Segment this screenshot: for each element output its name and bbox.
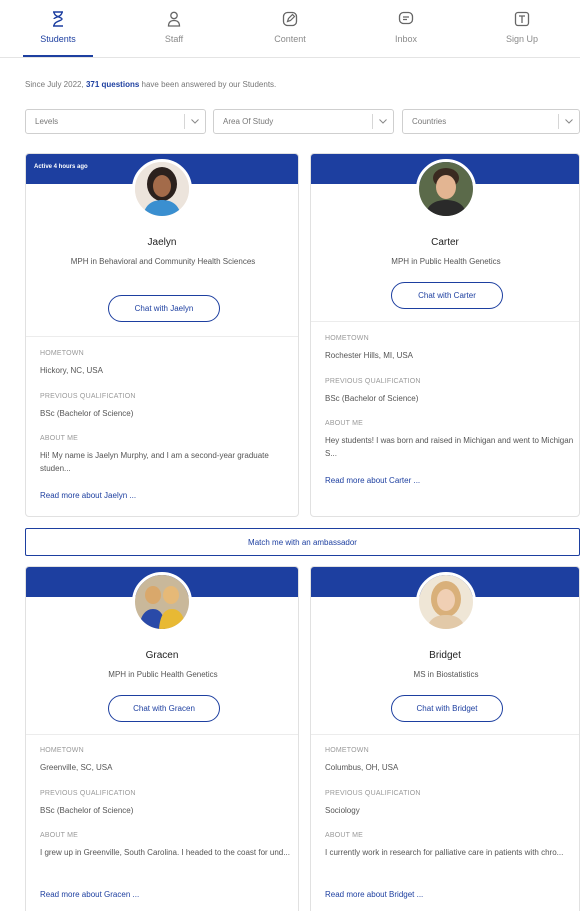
hometown-label: HOMETOWN — [325, 747, 369, 754]
chevron-down-icon — [559, 119, 579, 124]
chevron-down-icon — [185, 119, 205, 124]
edit-icon — [281, 10, 299, 28]
levels-filter[interactable]: Levels — [25, 109, 206, 134]
hometown-value: Greenville, SC, USA — [40, 763, 113, 772]
about-text: Hey students! I was born and raised in M… — [325, 436, 574, 458]
hometown-value: Columbus, OH, USA — [325, 763, 399, 772]
chat-button[interactable]: Chat with Jaelyn — [108, 295, 220, 322]
ambassador-card: Gracen MPH in Public Health Genetics Cha… — [25, 566, 299, 911]
qualification-label: PREVIOUS QUALIFICATION — [325, 790, 421, 797]
hometown-value: Hickory, NC, USA — [40, 366, 103, 375]
ambassador-name: Gracen — [145, 650, 179, 661]
ambassador-card: Carter MPH in Public Health Genetics Cha… — [310, 153, 580, 517]
qualification-value: BSc (Bachelor of Science) — [40, 806, 134, 815]
chat-icon — [397, 10, 415, 28]
filter-label: Area Of Study — [223, 117, 274, 126]
intro-suffix: have been answered by our Students. — [139, 80, 277, 89]
ambassador-program: MPH in Behavioral and Community Health S… — [70, 257, 256, 266]
avatar — [416, 159, 476, 219]
top-nav: Students Staff Content Inbox Sign Up — [0, 0, 580, 58]
person-icon — [165, 10, 183, 28]
tab-inbox[interactable]: Inbox — [348, 0, 464, 58]
ambassador-card: Active 4 hours ago Jaelyn MPH in Behavio… — [25, 153, 299, 517]
about-text: I grew up in Greenville, South Carolina.… — [40, 848, 290, 857]
ambassador-name: Carter — [431, 237, 459, 248]
avatar — [416, 572, 476, 632]
ambassador-program: MPH in Public Health Genetics — [108, 670, 218, 679]
filter-label: Countries — [412, 117, 447, 126]
hometown-label: HOMETOWN — [40, 747, 84, 754]
countries-filter[interactable]: Countries — [402, 109, 580, 134]
chevron-down-icon — [373, 119, 393, 124]
active-status: Active 4 hours ago — [34, 164, 88, 170]
avatar — [132, 159, 192, 219]
chat-button[interactable]: Chat with Carter — [391, 282, 503, 309]
nav-divider — [0, 57, 580, 58]
questions-count-link[interactable]: 371 questions — [86, 80, 139, 89]
read-more-link[interactable]: Read more about Gracen ... — [40, 890, 139, 899]
ambassador-card: Bridget MS in Biostatistics Chat with Br… — [310, 566, 580, 911]
qualification-value: BSc (Bachelor of Science) — [40, 409, 134, 418]
hometown-label: HOMETOWN — [40, 350, 84, 357]
hometown-value: Rochester Hills, MI, USA — [325, 351, 414, 360]
hometown-label: HOMETOWN — [325, 335, 369, 342]
ambassador-program: MS in Biostatistics — [413, 670, 479, 679]
ambassador-name: Bridget — [429, 650, 461, 661]
chat-button[interactable]: Chat with Bridget — [391, 695, 503, 722]
tab-sign-up[interactable]: Sign Up — [464, 0, 580, 58]
area-of-study-filter[interactable]: Area Of Study — [213, 109, 394, 134]
card-divider — [26, 336, 298, 337]
tab-students[interactable]: Students — [0, 0, 116, 58]
chat-button[interactable]: Chat with Gracen — [108, 695, 220, 722]
tab-label: Sign Up — [505, 34, 539, 44]
about-label: ABOUT ME — [325, 420, 364, 427]
card-divider — [311, 321, 579, 322]
card-divider — [311, 734, 579, 735]
read-more-link[interactable]: Read more about Jaelyn ... — [40, 491, 136, 500]
about-text: I currently work in research for palliat… — [325, 848, 564, 857]
tab-content[interactable]: Content — [232, 0, 348, 58]
ambassador-program: MPH in Public Health Genetics — [391, 257, 501, 266]
intro-prefix: Since July 2022, — [25, 80, 86, 89]
hourglass-icon — [49, 10, 67, 28]
qualification-value: BSc (Bachelor of Science) — [325, 394, 419, 403]
signup-icon — [513, 10, 531, 28]
tab-label: Students — [40, 34, 76, 44]
qualification-value: Sociology — [325, 806, 360, 815]
tab-label: Inbox — [394, 34, 418, 44]
questions-answered-text: Since July 2022, 371 questions have been… — [25, 80, 276, 89]
about-label: ABOUT ME — [40, 435, 79, 442]
card-divider — [26, 734, 298, 735]
qualification-label: PREVIOUS QUALIFICATION — [40, 790, 136, 797]
tab-label: Staff — [164, 34, 184, 44]
read-more-link[interactable]: Read more about Carter ... — [325, 476, 420, 485]
read-more-link[interactable]: Read more about Bridget ... — [325, 890, 423, 899]
avatar — [132, 572, 192, 632]
tab-label: Content — [274, 34, 306, 44]
filter-label: Levels — [35, 117, 59, 126]
ambassador-name: Jaelyn — [147, 237, 177, 248]
about-text: Hi! My name is Jaelyn Murphy, and I am a… — [40, 451, 269, 473]
about-label: ABOUT ME — [40, 832, 79, 839]
qualification-label: PREVIOUS QUALIFICATION — [40, 393, 136, 400]
tab-staff[interactable]: Staff — [116, 0, 232, 58]
match-ambassador-button[interactable]: Match me with an ambassador — [25, 528, 580, 556]
about-label: ABOUT ME — [325, 832, 364, 839]
qualification-label: PREVIOUS QUALIFICATION — [325, 378, 421, 385]
